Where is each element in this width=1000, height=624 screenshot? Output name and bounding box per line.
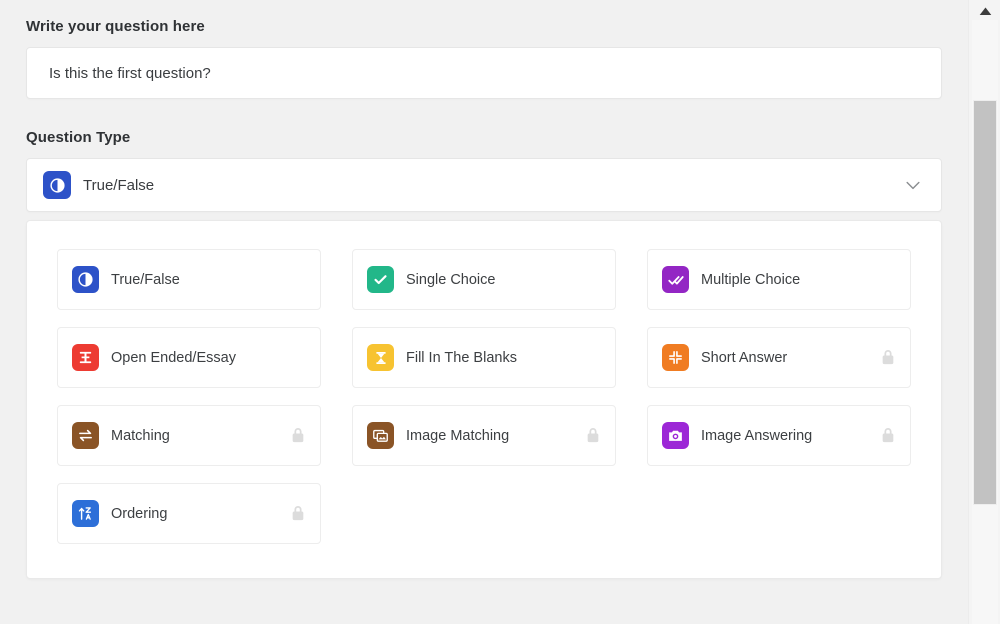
image-icon: [367, 422, 394, 449]
vertical-scrollbar[interactable]: [968, 0, 1000, 624]
lock-icon: [585, 426, 601, 445]
option-short-answer[interactable]: Short Answer: [647, 327, 911, 388]
lock-icon: [290, 426, 306, 445]
option-label: Ordering: [111, 505, 168, 522]
option-multiple-choice[interactable]: Multiple Choice: [647, 249, 911, 310]
option-label: Single Choice: [406, 271, 496, 288]
option-matching[interactable]: Matching: [57, 405, 321, 466]
question-text-input[interactable]: Is this the first question?: [26, 47, 942, 99]
option-label: Image Matching: [406, 427, 510, 444]
selected-question-type: True/False: [83, 176, 155, 194]
question-form: Write your question here Is this the fir…: [0, 0, 968, 579]
camera-icon: [662, 422, 689, 449]
double-check-icon: [662, 266, 689, 293]
option-label: Image Answering: [701, 427, 813, 444]
question-type-grid: True/False Single Choice Multiple Choice…: [57, 249, 911, 544]
sort-az-icon: [72, 500, 99, 527]
option-single-choice[interactable]: Single Choice: [352, 249, 616, 310]
question-text-label: Write your question here: [26, 18, 205, 35]
question-type-options-panel: True/False Single Choice Multiple Choice…: [26, 220, 942, 579]
scrollbar-thumb[interactable]: [973, 100, 997, 505]
option-label: Fill In The Blanks: [406, 349, 517, 366]
option-image-matching[interactable]: Image Matching: [352, 405, 616, 466]
check-square-icon: [367, 266, 394, 293]
lock-icon: [880, 348, 896, 367]
option-open-ended-essay[interactable]: Open Ended/Essay: [57, 327, 321, 388]
option-label: True/False: [111, 271, 180, 288]
option-ordering[interactable]: Ordering: [57, 483, 321, 544]
contrast-icon: [72, 266, 99, 293]
option-fill-in-the-blanks[interactable]: Fill In The Blanks: [352, 327, 616, 388]
option-label: Multiple Choice: [701, 271, 801, 288]
hourglass-icon: [367, 344, 394, 371]
lock-icon: [290, 504, 306, 523]
option-true-false[interactable]: True/False: [57, 249, 321, 310]
contrast-icon: [43, 171, 71, 199]
chevron-down-icon[interactable]: [903, 175, 923, 195]
question-type-select[interactable]: True/False: [26, 158, 942, 212]
option-image-answering[interactable]: Image Answering: [647, 405, 911, 466]
option-label: Short Answer: [701, 349, 788, 366]
option-label: Open Ended/Essay: [111, 349, 236, 366]
compress-icon: [662, 344, 689, 371]
scroll-viewport: Write your question here Is this the fir…: [0, 0, 968, 624]
option-label: Matching: [111, 427, 170, 444]
triangle-up-icon[interactable]: [969, 2, 1000, 20]
exchange-icon: [72, 422, 99, 449]
essay-icon: [72, 344, 99, 371]
question-type-label: Question Type: [26, 129, 131, 146]
lock-icon: [880, 426, 896, 445]
